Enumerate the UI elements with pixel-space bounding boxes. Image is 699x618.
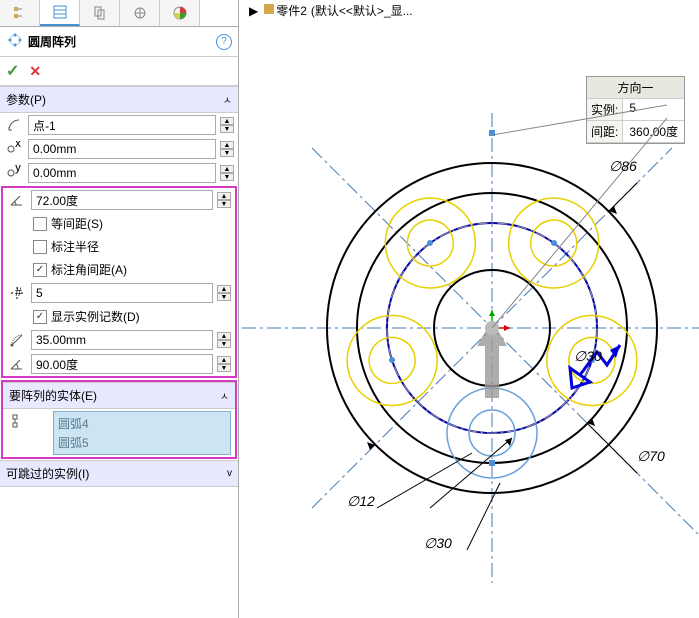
angle-row: ▲▼ xyxy=(3,188,235,212)
cancel-button[interactable]: ✕ xyxy=(29,63,41,80)
chevron-down-icon: v xyxy=(227,468,232,479)
tab-dim[interactable] xyxy=(120,0,160,26)
equal-spacing-row[interactable]: 等间距(S) xyxy=(3,212,235,235)
arc-field[interactable] xyxy=(31,354,213,374)
sketch-drawing xyxy=(239,0,699,618)
center-point-row: ▲▼ xyxy=(0,113,238,137)
dim-86[interactable]: ∅86 xyxy=(609,158,637,175)
feature-title-bar: 圆周阵列 ? xyxy=(0,27,238,57)
dim-70[interactable]: ∅70 xyxy=(637,448,665,465)
svg-text:#: # xyxy=(15,285,22,299)
center-point-field[interactable] xyxy=(28,115,216,135)
angle-icon xyxy=(7,191,27,209)
cx-spinner[interactable]: ▲▼ xyxy=(220,141,234,157)
help-icon[interactable]: ? xyxy=(216,34,232,50)
tab-feature-tree[interactable] xyxy=(0,0,40,26)
section-entities[interactable]: 要阵列的实体(E) ㅅ xyxy=(3,382,235,409)
show-count-row[interactable]: 显示实例记数(D) xyxy=(3,305,235,328)
dim-30a[interactable]: ∅30 xyxy=(574,348,602,365)
cx-row: x ▲▼ xyxy=(0,137,238,161)
circular-pattern-icon xyxy=(6,31,24,52)
arc-row: ▲▼ xyxy=(3,352,235,376)
dim-30b[interactable]: ∅30 xyxy=(424,535,452,552)
count-icon: # xyxy=(7,285,27,301)
count-spinner[interactable]: ▲▼ xyxy=(217,285,231,301)
dim-12[interactable]: ∅12 xyxy=(347,493,375,510)
list-item[interactable]: 圆弧4 xyxy=(56,414,228,433)
chevron-up-icon: ㅅ xyxy=(220,388,229,403)
tab-appearance[interactable] xyxy=(160,0,200,26)
point-spinner[interactable]: ▲▼ xyxy=(220,117,234,133)
dim-radius-checkbox[interactable] xyxy=(33,240,47,254)
dim-angle-checkbox[interactable] xyxy=(33,263,47,277)
angle-field[interactable] xyxy=(31,190,213,210)
svg-text:y: y xyxy=(15,165,21,174)
ok-button[interactable]: ✓ xyxy=(6,61,19,81)
entities-list[interactable]: 圆弧4 圆弧5 xyxy=(53,411,231,455)
cy-icon: y xyxy=(4,165,24,181)
tab-config[interactable] xyxy=(80,0,120,26)
chevron-up-icon: ㅅ xyxy=(223,92,232,107)
radius-field[interactable] xyxy=(31,330,213,350)
arc-angle-icon xyxy=(7,355,27,373)
graphics-area[interactable]: ▶ 零件2 (默认<<默认>_显... 方向一 实例:5 间距:360.00度 xyxy=(239,0,699,618)
list-item[interactable]: 圆弧5 xyxy=(56,433,228,452)
count-row: # ▲▼ xyxy=(3,281,235,305)
dim-radius-row[interactable]: 标注半径 xyxy=(3,235,235,258)
radius-icon xyxy=(7,332,27,348)
dim-angle-row[interactable]: 标注角间距(A) xyxy=(3,258,235,281)
radius-row: ▲▼ xyxy=(3,328,235,352)
tab-property-manager[interactable] xyxy=(40,0,80,26)
svg-text:x: x xyxy=(15,141,21,150)
cx-icon: x xyxy=(4,141,24,157)
cy-spinner[interactable]: ▲▼ xyxy=(220,165,234,181)
feature-title: 圆周阵列 xyxy=(28,33,216,50)
arc-icon xyxy=(4,117,24,133)
entities-group: 要阵列的实体(E) ㅅ 圆弧4 圆弧5 xyxy=(1,380,237,459)
show-count-checkbox[interactable] xyxy=(33,310,47,324)
entities-icon xyxy=(3,409,27,432)
property-panel: 圆周阵列 ? ✓ ✕ 参数(P) ㅅ ▲▼ x ▲▼ y ▲▼ ▲▼ 等间距(S… xyxy=(0,0,239,618)
arc-spinner[interactable]: ▲▼ xyxy=(217,356,231,372)
equal-spacing-checkbox[interactable] xyxy=(33,217,47,231)
cy-field[interactable] xyxy=(28,163,216,183)
cx-field[interactable] xyxy=(28,139,216,159)
section-params[interactable]: 参数(P) ㅅ xyxy=(0,86,238,113)
count-field[interactable] xyxy=(31,283,213,303)
confirm-bar: ✓ ✕ xyxy=(0,57,238,86)
cy-row: y ▲▼ xyxy=(0,161,238,185)
angle-group: ▲▼ 等间距(S) 标注半径 标注角间距(A) # ▲▼ 显示实例记数(D) ▲… xyxy=(1,186,237,378)
angle-spinner[interactable]: ▲▼ xyxy=(217,192,231,208)
panel-tabs xyxy=(0,0,238,27)
section-skip[interactable]: 可跳过的实例(I) v xyxy=(0,460,238,487)
radius-spinner[interactable]: ▲▼ xyxy=(217,332,231,348)
